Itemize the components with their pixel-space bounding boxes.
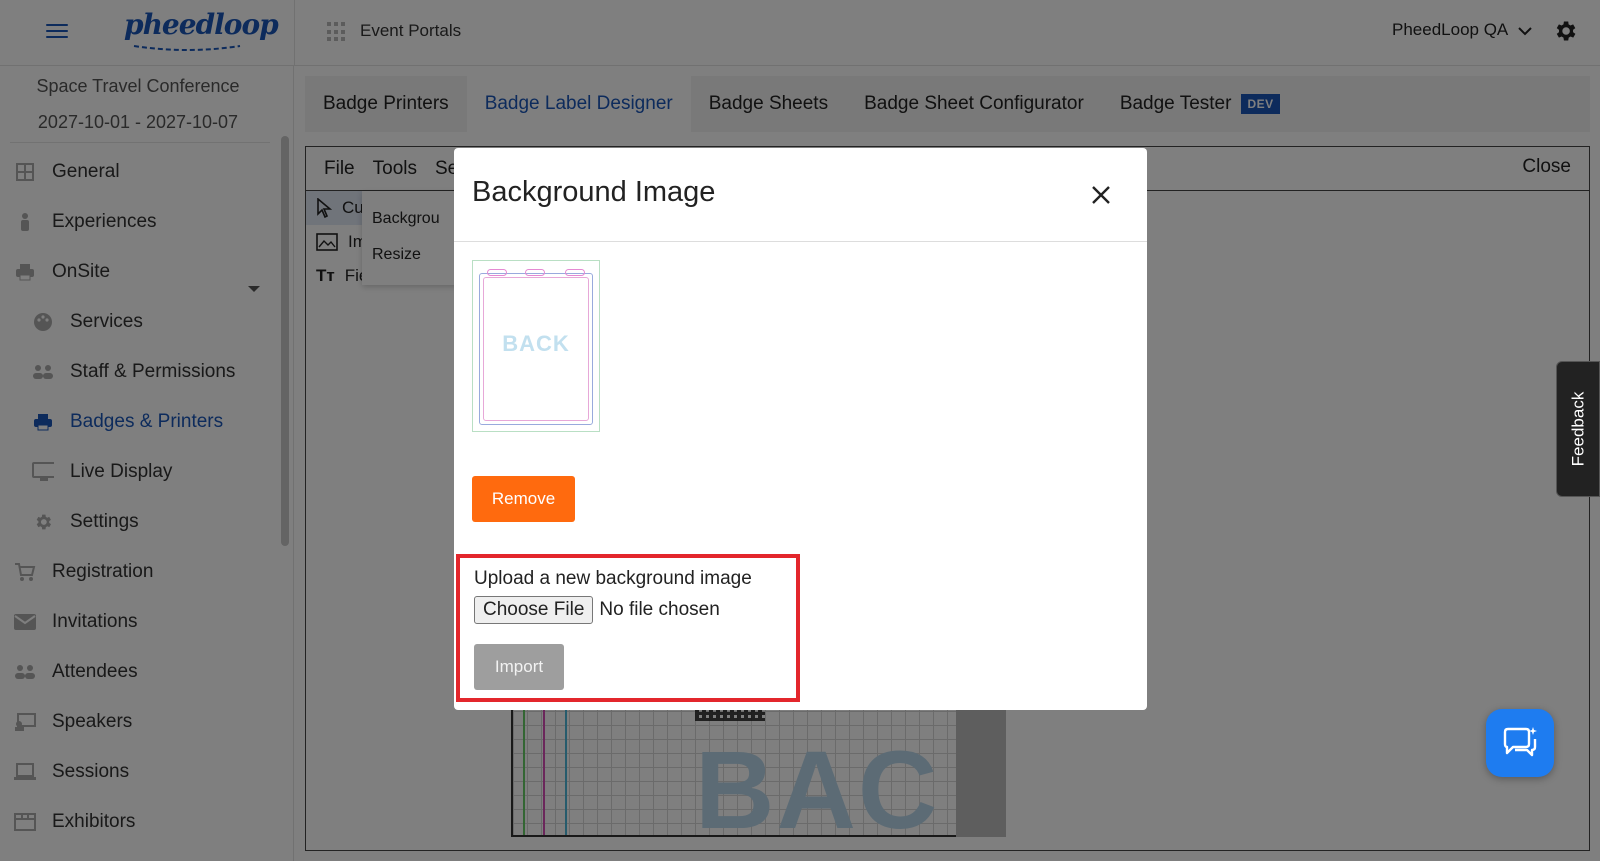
- upload-section-highlight: Upload a new background image Choose Fil…: [456, 554, 800, 702]
- lanyard-slot: [565, 269, 585, 276]
- background-image-modal: Background Image BACK Remove Upload a ne…: [454, 148, 1147, 710]
- choose-file-button[interactable]: Choose File: [474, 596, 594, 624]
- upload-label: Upload a new background image: [474, 568, 752, 589]
- file-input: Choose File No file chosen: [474, 596, 720, 624]
- lanyard-slot: [525, 269, 545, 276]
- import-button[interactable]: Import: [474, 644, 564, 690]
- modal-header: Background Image: [454, 148, 1147, 242]
- feedback-label: Feedback: [1568, 391, 1588, 467]
- chat-bubble-icon: [1503, 727, 1537, 757]
- preview-text: BACK: [502, 331, 570, 356]
- chat-support-button[interactable]: [1486, 709, 1554, 777]
- file-status: No file chosen: [599, 599, 720, 620]
- remove-button[interactable]: Remove: [472, 476, 575, 522]
- close-icon[interactable]: [1090, 184, 1112, 206]
- feedback-tab[interactable]: Feedback: [1556, 361, 1600, 497]
- background-preview: BACK: [472, 260, 600, 432]
- modal-title: Background Image: [472, 176, 716, 208]
- lanyard-slot: [487, 269, 507, 276]
